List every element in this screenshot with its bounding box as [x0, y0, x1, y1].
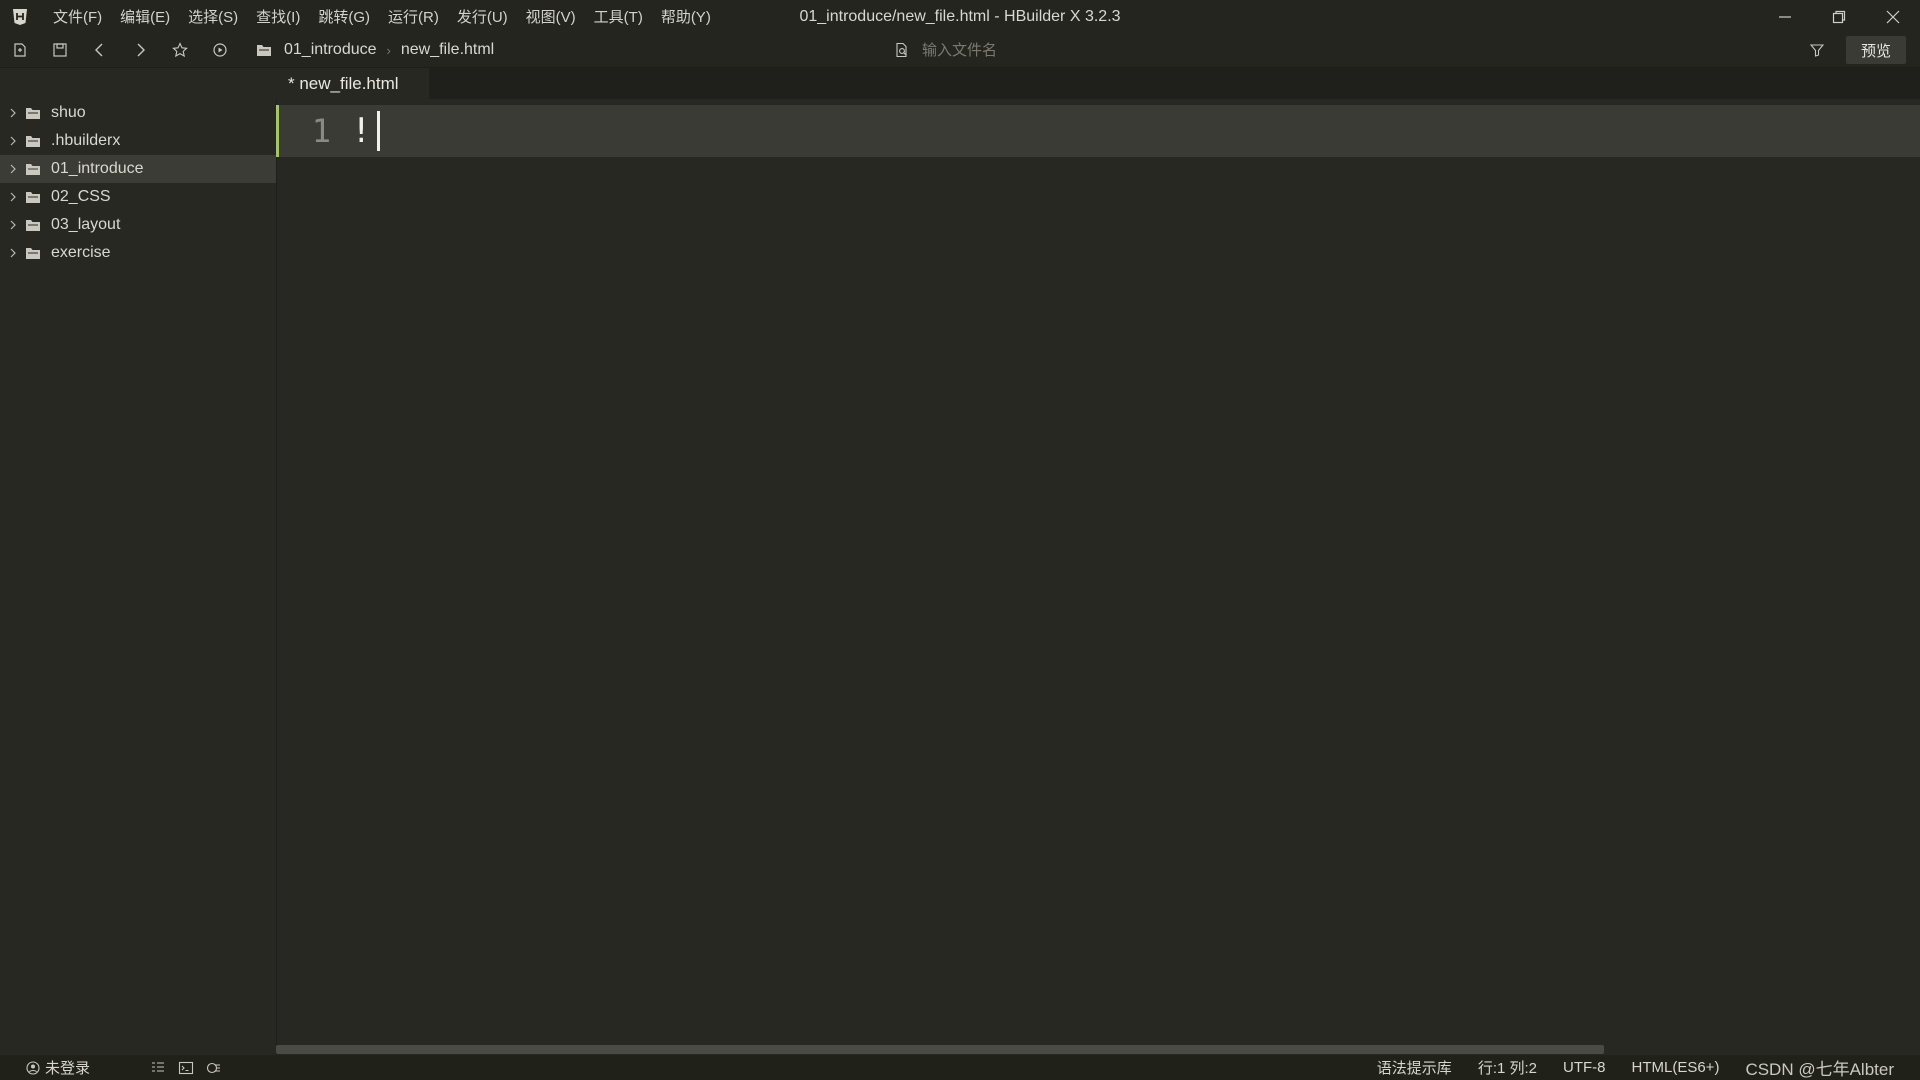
- chevron-right-icon[interactable]: [8, 136, 18, 146]
- code-line[interactable]: 1 !: [276, 105, 1920, 157]
- tab-bar: * new_file.html: [276, 68, 1920, 99]
- breadcrumb-folder[interactable]: 01_introduce: [284, 41, 377, 59]
- tab-new-file[interactable]: * new_file.html: [276, 68, 429, 99]
- save-icon: [53, 43, 67, 57]
- menu-view[interactable]: 视图(V): [517, 0, 585, 33]
- language-mode[interactable]: HTML(ES6+): [1632, 1059, 1720, 1076]
- menu-select[interactable]: 选择(S): [179, 0, 247, 33]
- tree-item-label: .hbuilderx: [51, 132, 121, 149]
- status-tools: [150, 1061, 222, 1075]
- tree-item-shuo[interactable]: shuo: [0, 99, 276, 127]
- title-bar: 文件(F) 编辑(E) 选择(S) 查找(I) 跳转(G) 运行(R) 发行(U…: [0, 0, 1920, 33]
- status-bar: 未登录 语法提示库 行:1 列:2 UTF-8 HTML(ES6+) CSDN …: [0, 1055, 1920, 1080]
- chevron-right-icon[interactable]: [8, 108, 18, 118]
- syntax-library[interactable]: 语法提示库: [1377, 1057, 1452, 1078]
- chevron-right-icon: ›: [386, 42, 391, 58]
- play-circle-icon: [213, 43, 227, 57]
- run-button[interactable]: [200, 33, 240, 67]
- tree-item-label: 03_layout: [51, 216, 121, 233]
- user-icon: [26, 1060, 40, 1075]
- tree-item-02-css[interactable]: 02_CSS: [0, 183, 276, 211]
- cursor-position[interactable]: 行:1 列:2: [1478, 1057, 1537, 1078]
- menu-tools[interactable]: 工具(T): [585, 0, 652, 33]
- folder-icon: [25, 134, 43, 148]
- filter-button[interactable]: [1802, 33, 1832, 67]
- menu-bar: 文件(F) 编辑(E) 选择(S) 查找(I) 跳转(G) 运行(R) 发行(U…: [44, 0, 720, 33]
- tree-item-hbuilderx[interactable]: .hbuilderx: [0, 127, 276, 155]
- chevron-right-icon[interactable]: [8, 220, 18, 230]
- filter-icon: [1810, 44, 1824, 57]
- new-file-icon: [14, 43, 26, 57]
- menu-help[interactable]: 帮助(Y): [652, 0, 720, 33]
- project-tree: shuo .hbuilderx 01_introduce 02_CSS 03_l…: [0, 99, 276, 267]
- chevron-right-icon: [137, 43, 145, 57]
- chevron-left-icon: [95, 43, 103, 57]
- horizontal-scrollbar[interactable]: [276, 1045, 1604, 1054]
- text-cursor: [377, 111, 381, 151]
- folder-icon: [25, 246, 43, 260]
- console-icon[interactable]: [206, 1061, 222, 1075]
- restore-button[interactable]: [1812, 0, 1866, 33]
- save-button[interactable]: [40, 33, 80, 67]
- minimize-button[interactable]: [1758, 0, 1812, 33]
- file-search-icon: [896, 42, 907, 58]
- new-file-button[interactable]: [0, 33, 40, 67]
- window-controls: [1758, 0, 1920, 33]
- forward-button[interactable]: [120, 33, 160, 67]
- encoding[interactable]: UTF-8: [1563, 1059, 1606, 1076]
- menu-file[interactable]: 文件(F): [44, 0, 111, 33]
- editor-area: * new_file.html 1 !: [276, 68, 1920, 1055]
- hbuilder-logo-icon: [10, 7, 30, 27]
- menu-publish[interactable]: 发行(U): [448, 0, 517, 33]
- folder-icon: [25, 218, 43, 232]
- terminal-icon[interactable]: [178, 1061, 194, 1075]
- tree-item-label: 01_introduce: [51, 160, 144, 177]
- minimize-icon: [1779, 15, 1791, 18]
- menu-edit[interactable]: 编辑(E): [111, 0, 179, 33]
- preview-button[interactable]: 预览: [1846, 36, 1906, 64]
- menu-find[interactable]: 查找(I): [247, 0, 309, 33]
- outline-icon[interactable]: [150, 1061, 166, 1075]
- login-status[interactable]: 未登录: [26, 1057, 136, 1078]
- code-text[interactable]: !: [351, 111, 381, 151]
- menu-run[interactable]: 运行(R): [379, 0, 448, 33]
- line-number: 1: [311, 112, 331, 150]
- chevron-right-icon[interactable]: [8, 164, 18, 174]
- close-icon: [1886, 10, 1900, 23]
- chevron-right-icon[interactable]: [8, 248, 18, 258]
- watermark: CSDN @七年Albter: [1745, 1060, 1894, 1079]
- menu-goto[interactable]: 跳转(G): [309, 0, 379, 33]
- close-button[interactable]: [1866, 0, 1920, 33]
- folder-icon: [25, 190, 43, 204]
- file-search: [894, 33, 1834, 67]
- restore-icon: [1832, 10, 1846, 23]
- breadcrumb-file[interactable]: new_file.html: [401, 41, 494, 59]
- breadcrumb: 01_introduce › new_file.html: [256, 41, 494, 59]
- chevron-right-icon[interactable]: [8, 192, 18, 202]
- tree-item-label: shuo: [51, 104, 86, 121]
- status-right: 语法提示库 行:1 列:2 UTF-8 HTML(ES6+) CSDN @七年A…: [1377, 1055, 1920, 1080]
- back-button[interactable]: [80, 33, 120, 67]
- tree-item-exercise[interactable]: exercise: [0, 239, 276, 267]
- project-sidebar: shuo .hbuilderx 01_introduce 02_CSS 03_l…: [0, 68, 277, 1055]
- tree-item-label: exercise: [51, 244, 111, 261]
- bookmark-button[interactable]: [160, 33, 200, 67]
- tree-item-03-layout[interactable]: 03_layout: [0, 211, 276, 239]
- folder-icon: [25, 162, 43, 176]
- star-icon: [172, 42, 188, 58]
- folder-icon: [257, 45, 271, 56]
- file-search-input[interactable]: [920, 40, 1624, 60]
- folder-icon: [25, 106, 43, 120]
- tree-item-label: 02_CSS: [51, 188, 111, 205]
- tree-item-01-introduce[interactable]: 01_introduce: [0, 155, 276, 183]
- login-label: 未登录: [45, 1060, 91, 1077]
- code-content: !: [351, 111, 372, 151]
